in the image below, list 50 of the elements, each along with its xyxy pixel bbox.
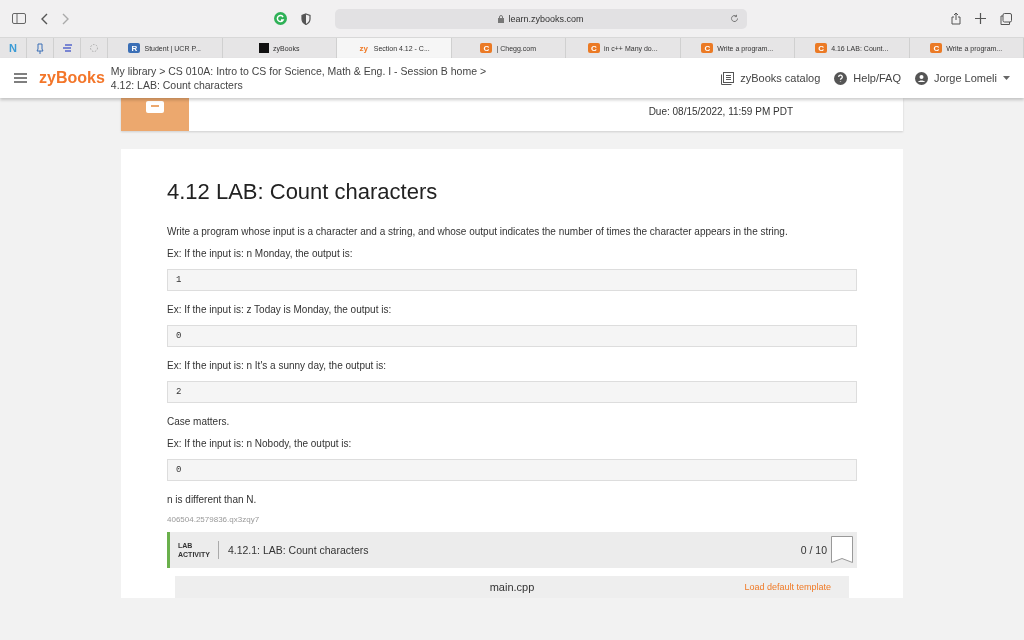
example-output: 0 <box>167 325 857 347</box>
paragraph: Case matters. <box>167 415 231 429</box>
caret-icon[interactable] <box>1003 76 1010 80</box>
page-title: 4.12: LAB: Count characters <box>110 78 244 92</box>
menu-icon[interactable] <box>14 73 27 83</box>
site-icon: C <box>480 43 493 53</box>
dots-icon[interactable] <box>89 43 99 53</box>
bars-icon[interactable] <box>61 43 73 53</box>
catalog-link[interactable]: zyBooks catalog <box>740 72 821 84</box>
plus-icon[interactable] <box>975 13 986 24</box>
lock-icon <box>498 14 505 23</box>
help-icon[interactable] <box>834 71 848 85</box>
example-output: 0 <box>167 459 857 481</box>
section-title: 4.12 LAB: Count characters <box>167 179 439 205</box>
user-avatar-icon[interactable] <box>915 71 928 85</box>
shield-icon[interactable] <box>301 12 311 25</box>
extension-icon[interactable] <box>274 12 287 25</box>
paragraph: Ex: If the input is: n Nobody, the output is: <box>167 437 353 451</box>
site-icon: C <box>930 43 943 53</box>
help-link[interactable]: Help/FAQ <box>853 72 901 84</box>
content-id: 406504.2579836.qx3zqy7 <box>167 515 261 524</box>
pin-icon[interactable] <box>36 42 44 54</box>
example-output: 2 <box>167 381 857 403</box>
example-output: 1 <box>167 269 857 291</box>
breadcrumb[interactable]: My library > CS 010A: Intro to CS for Science, Math & Eng. I - Session B home > <box>110 64 708 78</box>
ribbon-icon <box>831 536 853 564</box>
site-icon: C <box>701 43 714 53</box>
assignment-icon <box>146 101 164 113</box>
user-menu[interactable]: Jorge Lomeli <box>934 72 997 84</box>
paragraph: n is different than N. <box>167 493 258 507</box>
paragraph: Write a program whose input is a character and a string, and whose output indicates the number of times the character appears in the string. <box>167 225 789 239</box>
paragraph: Ex: If the input is: n Monday, the output is: <box>167 247 354 261</box>
reload-icon[interactable] <box>730 14 739 23</box>
tabs-overview-icon[interactable] <box>1000 12 1012 25</box>
site-icon <box>259 43 269 53</box>
site-icon: C <box>587 43 600 53</box>
due-date: Due: 08/15/2022, 11:59 PM PDT <box>648 106 793 117</box>
paragraph: Ex: If the input is: z Today is Monday, the output is: <box>167 303 393 317</box>
catalog-icon[interactable] <box>721 71 735 85</box>
site-icon: zy <box>357 43 370 53</box>
lab-title: 4.12.1: LAB: Count characters <box>227 544 370 556</box>
score: 0 / 10 <box>800 544 827 556</box>
back-icon[interactable] <box>40 12 48 25</box>
file-name: main.cpp <box>489 581 535 593</box>
address-bar[interactable]: learn.zybooks.com <box>335 8 747 29</box>
site-icon: R <box>128 43 141 53</box>
site-icon: C <box>815 43 828 53</box>
share-icon[interactable] <box>951 12 961 25</box>
sidebar-icon[interactable] <box>12 13 26 24</box>
paragraph: Ex: If the input is: n It's a sunny day, the output is: <box>167 359 388 373</box>
